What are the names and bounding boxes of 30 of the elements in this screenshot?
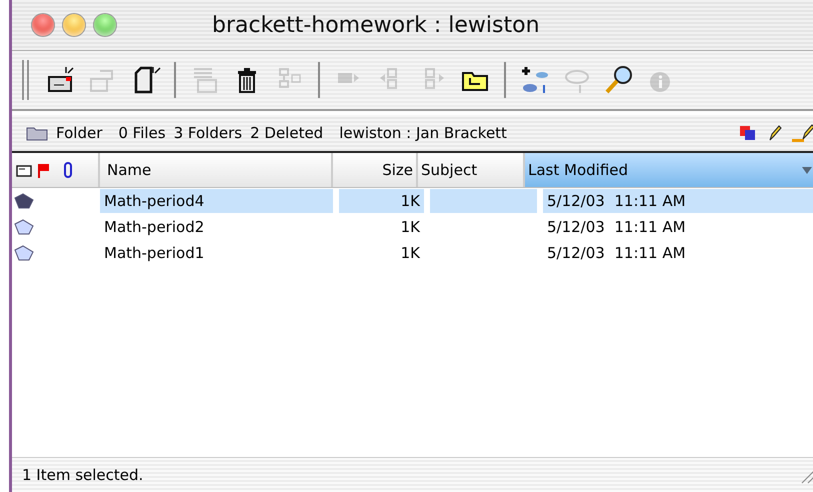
window-title: brackett-homework : lewiston [212, 12, 540, 38]
table-cell: 5/12/03 11:11 AM [543, 189, 813, 213]
minimize-button[interactable] [63, 14, 85, 36]
toolbar-grip-icon [20, 60, 30, 100]
table-cell: Math-period4 [100, 189, 333, 213]
table-row[interactable]: Math-period4 1K 5/12/03 11:11 AM [12, 188, 813, 214]
status-text: 1 Item selected. [22, 466, 144, 484]
folder-type-label: Folder [56, 124, 102, 142]
zoom-button[interactable] [94, 14, 116, 36]
column-header[interactable]: Name [100, 153, 333, 187]
file-count: 0 Files [118, 124, 166, 142]
table-cell-text: 1K [400, 217, 421, 238]
table-cell-text: Math-period2 [103, 217, 206, 238]
table-cell: 1K [339, 189, 424, 213]
folder-count: 3 Folders [174, 124, 242, 142]
close-button[interactable] [32, 14, 54, 36]
table-cell-text: 1K [400, 243, 421, 264]
table-row[interactable]: Math-period2 1K 5/12/03 11:11 AM [12, 214, 813, 240]
table-row[interactable]: Math-period1 1K 5/12/03 11:11 AM [12, 240, 813, 266]
owner-label: lewiston : Jan Brackett [339, 124, 507, 142]
folder-icon [26, 125, 48, 141]
deleted-count: 2 Deleted [250, 124, 324, 142]
squares-icon[interactable] [738, 124, 758, 142]
table-cell-text: 5/12/03 11:11 AM [546, 243, 687, 264]
sort-arrow-icon [801, 165, 813, 175]
column-header[interactable]: Size [333, 153, 418, 187]
table-cell-text: Math-period1 [103, 243, 206, 264]
key-pencil-icon[interactable] [790, 123, 813, 143]
table-cell-text: 5/12/03 11:11 AM [546, 217, 687, 238]
column-header[interactable]: Last Modified [525, 153, 813, 187]
